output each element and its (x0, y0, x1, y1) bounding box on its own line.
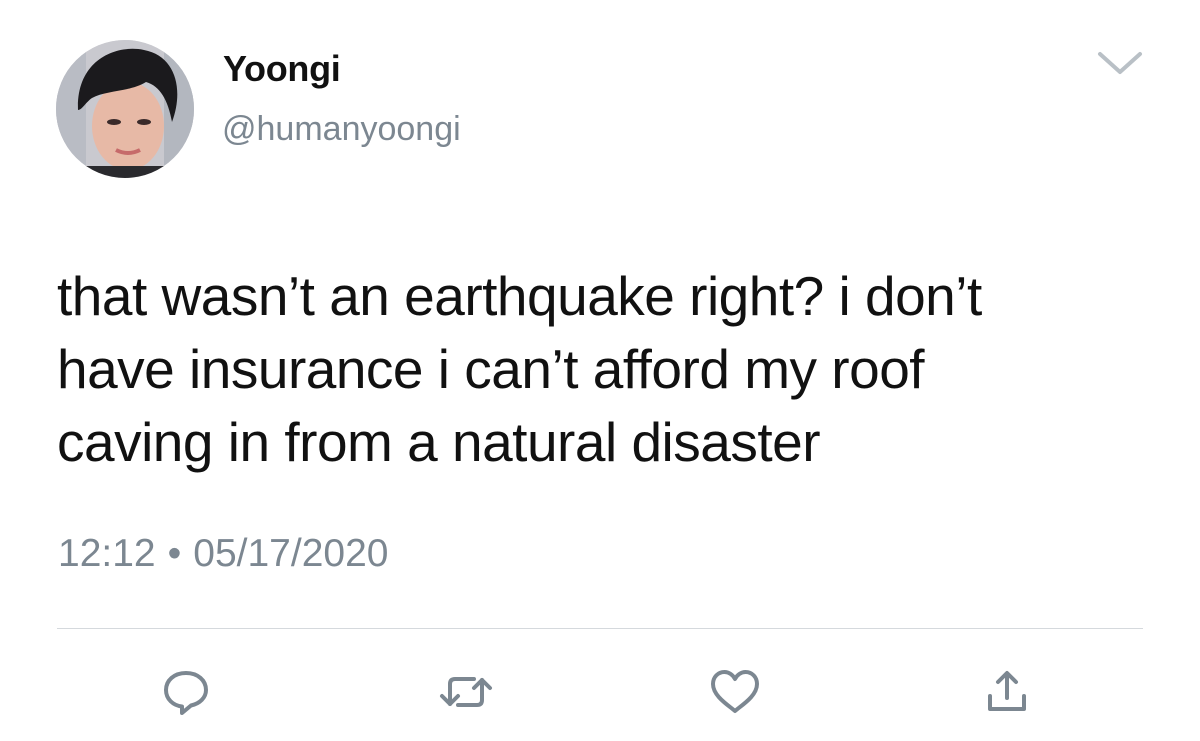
timestamp-separator: • (167, 532, 182, 575)
display-name[interactable]: Yoongi (223, 48, 341, 90)
divider (57, 628, 1143, 629)
chevron-down-icon[interactable] (1094, 46, 1146, 80)
avatar[interactable] (56, 40, 194, 178)
share-button[interactable] (977, 662, 1037, 722)
profile-photo-icon (56, 40, 194, 178)
tweet-line: that wasn’t an earthquake right? i don’t (57, 265, 982, 327)
tweet-line: caving in from a natural disaster (57, 411, 821, 473)
share-icon (988, 671, 1026, 711)
like-button[interactable] (705, 662, 765, 722)
tweet-date: 05/17/2020 (193, 532, 389, 575)
tweet-text: that wasn’t an earthquake right? i don’t… (57, 260, 1167, 479)
retweet-icon (440, 677, 492, 707)
user-handle[interactable]: @humanyoongi (222, 110, 461, 149)
heart-icon (711, 670, 759, 713)
timestamp[interactable]: 12:12 • 05/17/2020 (58, 532, 388, 576)
tweet-line: have insurance i can’t afford my roof (57, 338, 925, 400)
retweet-button[interactable] (436, 662, 496, 722)
tweet-time: 12:12 (58, 532, 156, 575)
reply-button[interactable] (156, 662, 216, 722)
reply-icon (164, 671, 208, 715)
